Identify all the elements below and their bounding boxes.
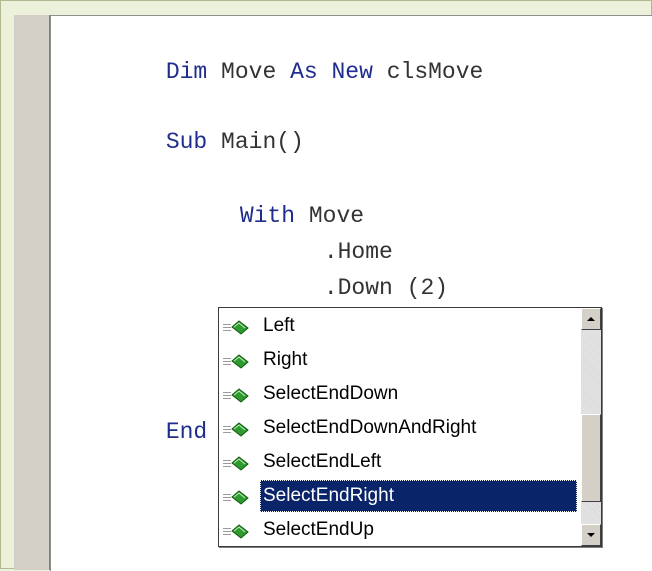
member-label: SelectEndLeft: [263, 451, 382, 472]
member-label: SelectEndRight: [260, 480, 577, 512]
scroll-up-button[interactable]: [581, 308, 601, 330]
keyword: Dim: [165, 59, 208, 85]
member-label: SelectEndDown: [263, 383, 399, 404]
code-line-sub[interactable]: Sub Main(): [83, 88, 304, 155]
scroll-thumb[interactable]: [581, 414, 601, 502]
code-line-with[interactable]: With Move: [157, 162, 364, 229]
code-text: Main(): [207, 129, 304, 155]
vertical-scrollbar[interactable]: [581, 308, 601, 546]
member-list: Left Right SelectEndDown SelectEndDownAn…: [219, 308, 580, 546]
method-icon: [223, 524, 249, 539]
code-line-down[interactable]: .Down (2): [241, 234, 448, 301]
vba-editor-window: Dim Move As New clsMove Sub Main() With …: [0, 0, 652, 571]
member-label: Right: [263, 349, 308, 370]
code-line-home[interactable]: .Home: [241, 198, 393, 265]
code-line-dim[interactable]: Dim Move As New clsMove: [83, 18, 484, 85]
method-icon: [223, 320, 249, 335]
code-line-current[interactable]: .: [241, 270, 338, 337]
member-item-selectendup[interactable]: SelectEndUp: [219, 514, 580, 546]
code-text: clsMove: [372, 59, 484, 85]
member-item-selectenddownandright[interactable]: SelectEndDownAndRight: [219, 412, 580, 446]
triangle-down-icon: [587, 533, 595, 537]
triangle-up-icon: [587, 317, 595, 321]
keyword: As New: [290, 59, 373, 85]
intellisense-member-list[interactable]: Left Right SelectEndDown SelectEndDownAn…: [218, 307, 602, 547]
member-item-selectendleft[interactable]: SelectEndLeft: [219, 446, 580, 480]
method-icon: [223, 388, 249, 403]
keyword: Sub: [165, 129, 208, 155]
method-icon: [223, 422, 249, 437]
member-label: SelectEndUp: [263, 519, 374, 540]
method-icon: [223, 354, 249, 369]
member-item-left[interactable]: Left: [219, 310, 580, 344]
member-item-selectenddown[interactable]: SelectEndDown: [219, 378, 580, 412]
method-icon: [223, 490, 249, 505]
scroll-down-button[interactable]: [581, 524, 601, 546]
method-icon: [223, 456, 249, 471]
margin-indicator-bar[interactable]: [14, 15, 50, 570]
member-label: SelectEndDownAndRight: [263, 417, 477, 438]
code-text: .Down (2): [323, 275, 449, 301]
member-item-right[interactable]: Right: [219, 344, 580, 378]
code-text: Move: [207, 59, 291, 85]
member-item-selectendright[interactable]: SelectEndRight: [219, 480, 580, 514]
member-label: Left: [263, 315, 295, 336]
